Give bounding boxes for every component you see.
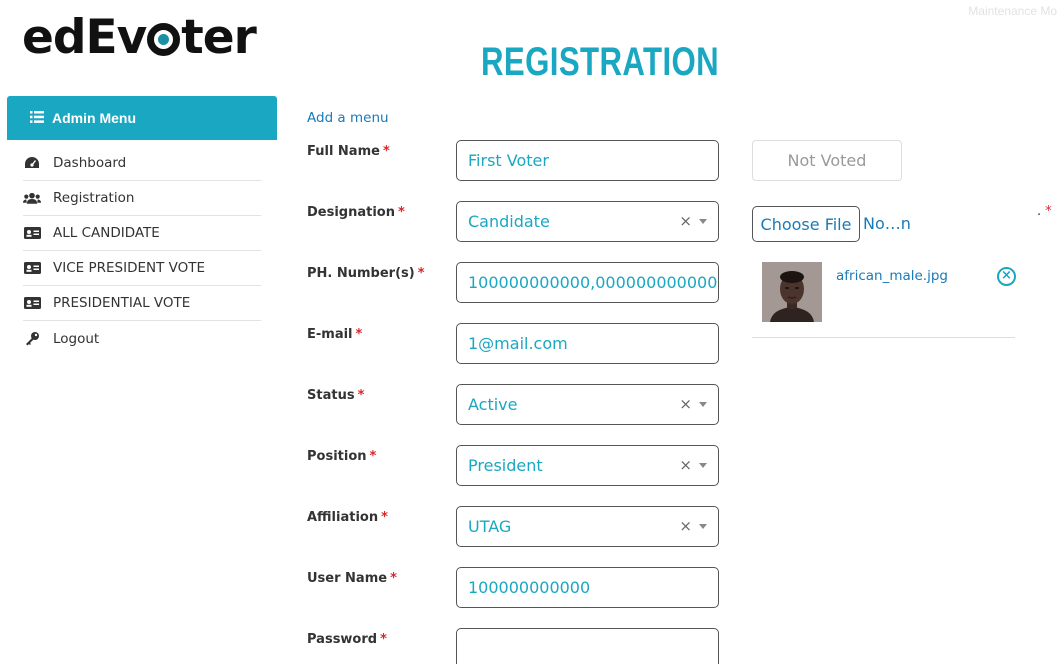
- photo-required-mark: . *: [1037, 204, 1052, 219]
- edevoter-logo: edEv ter: [22, 8, 257, 68]
- choose-file-button[interactable]: Choose File: [752, 206, 860, 242]
- admin-sidebar-nav: Dashboard Registration ALL CANDIDATE VIC…: [23, 146, 261, 356]
- sidebar-item-logout[interactable]: Logout: [23, 321, 261, 356]
- page-title: REGISTRATION: [481, 40, 720, 84]
- full-name-input[interactable]: First Voter: [456, 140, 719, 181]
- divider: [752, 337, 1015, 338]
- remove-file-icon[interactable]: ×: [997, 267, 1016, 286]
- position-label: Position *: [307, 449, 377, 464]
- sidebar-item-label: PRESIDENTIAL VOTE: [53, 295, 191, 311]
- chevron-down-icon[interactable]: [699, 524, 707, 529]
- phone-number-label: PH. Number(s) *: [307, 266, 425, 281]
- chevron-down-icon[interactable]: [699, 463, 707, 468]
- admin-menu-title: Admin Menu: [52, 110, 136, 126]
- clear-selection-icon[interactable]: ×: [679, 517, 692, 535]
- email-label: E-mail *: [307, 327, 363, 342]
- uploaded-file-name[interactable]: african_male.jpg: [836, 268, 948, 284]
- sidebar-item-label: Registration: [53, 190, 135, 206]
- clear-selection-icon[interactable]: ×: [679, 395, 692, 413]
- position-select[interactable]: President ×: [456, 445, 719, 486]
- password-label: Password *: [307, 632, 387, 647]
- sidebar-item-label: ALL CANDIDATE: [53, 225, 160, 241]
- sidebar-item-registration[interactable]: Registration: [23, 181, 261, 216]
- sidebar-item-label: Dashboard: [53, 155, 127, 171]
- username-label: User Name *: [307, 571, 397, 586]
- logo-eye-icon: [147, 23, 181, 56]
- chevron-down-icon[interactable]: [699, 219, 707, 224]
- sidebar-item-vice-president-vote[interactable]: VICE PRESIDENT VOTE: [23, 251, 261, 286]
- vote-status-button: Not Voted: [752, 140, 902, 181]
- users-icon: [23, 192, 41, 205]
- sidebar-item-dashboard[interactable]: Dashboard: [23, 146, 261, 181]
- maintenance-mode-label: Maintenance Mo: [968, 4, 1057, 18]
- designation-select[interactable]: Candidate ×: [456, 201, 719, 242]
- status-select[interactable]: Active ×: [456, 384, 719, 425]
- designation-label: Designation *: [307, 205, 405, 220]
- full-name-label: Full Name *: [307, 144, 390, 159]
- uploaded-photo-thumbnail: [762, 262, 822, 322]
- clear-selection-icon[interactable]: ×: [679, 456, 692, 474]
- email-input[interactable]: 1@mail.com: [456, 323, 719, 364]
- sidebar-item-presidential-vote[interactable]: PRESIDENTIAL VOTE: [23, 286, 261, 321]
- file-chosen-text: No…n: [863, 214, 911, 233]
- id-card-icon: [23, 262, 41, 274]
- admin-menu-header[interactable]: Admin Menu: [7, 96, 277, 140]
- status-label: Status *: [307, 388, 365, 403]
- list-icon: [30, 110, 44, 126]
- sidebar-item-all-candidate[interactable]: ALL CANDIDATE: [23, 216, 261, 251]
- id-card-icon: [23, 297, 41, 309]
- chevron-down-icon[interactable]: [699, 402, 707, 407]
- add-menu-link[interactable]: Add a menu: [307, 110, 389, 126]
- phone-number-input[interactable]: 100000000000,000000000000: [456, 262, 719, 303]
- logo-text-right: ter: [181, 10, 257, 65]
- sidebar-item-label: VICE PRESIDENT VOTE: [53, 260, 206, 276]
- key-icon: [23, 331, 41, 346]
- password-input[interactable]: [456, 628, 719, 664]
- username-input[interactable]: 100000000000: [456, 567, 719, 608]
- affiliation-label: Affiliation *: [307, 510, 388, 525]
- sidebar-item-label: Logout: [53, 330, 100, 347]
- logo-text-left: edEv: [22, 10, 147, 65]
- affiliation-select[interactable]: UTAG ×: [456, 506, 719, 547]
- id-card-icon: [23, 227, 41, 239]
- clear-selection-icon[interactable]: ×: [679, 212, 692, 230]
- dashboard-icon: [23, 156, 41, 170]
